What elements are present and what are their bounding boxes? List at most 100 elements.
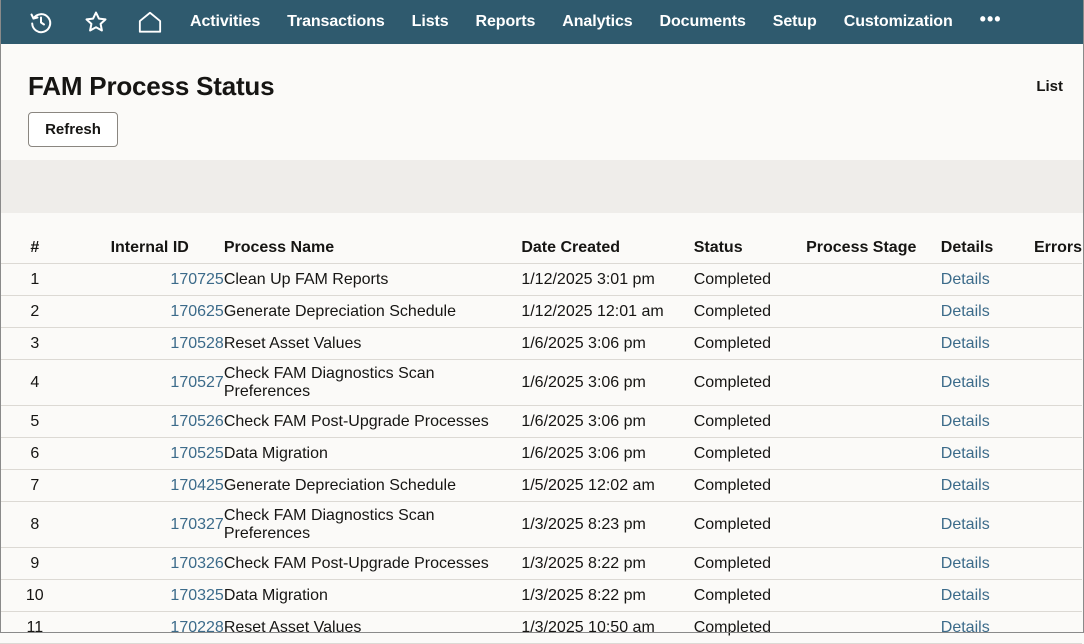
- table-row: 1 170725 Clean Up FAM Reports 1/12/2025 …: [0, 263, 1082, 296]
- process-stage: [806, 295, 941, 328]
- nav-activities[interactable]: Activities: [190, 13, 260, 31]
- header-internal-id[interactable]: Internal ID: [69, 232, 224, 264]
- header-number[interactable]: #: [0, 232, 70, 264]
- row-number: 10: [0, 579, 70, 612]
- date-created: 1/3/2025 10:50 am: [521, 611, 694, 644]
- details-link[interactable]: Details: [941, 555, 990, 572]
- list-link[interactable]: List: [1036, 78, 1063, 95]
- home-icon[interactable]: [137, 10, 163, 34]
- table-row: 10 170325 Data Migration 1/3/2025 8:22 p…: [0, 579, 1082, 612]
- errors-cell: [1033, 501, 1082, 548]
- internal-id-link[interactable]: 170326: [170, 555, 223, 572]
- details-link[interactable]: Details: [941, 413, 990, 430]
- errors-cell: [1033, 295, 1082, 328]
- process-stage: [806, 405, 941, 438]
- header-details[interactable]: Details: [940, 232, 1034, 264]
- internal-id-link[interactable]: 170425: [170, 477, 223, 494]
- internal-id-link[interactable]: 170528: [170, 335, 223, 352]
- status-text: Completed: [693, 437, 807, 470]
- process-name: Check FAM Diagnostics Scan Preferences: [223, 501, 522, 548]
- date-created: 1/6/2025 3:06 pm: [521, 437, 694, 470]
- process-name: Reset Asset Values: [223, 327, 522, 360]
- internal-id-link[interactable]: 170525: [170, 445, 223, 462]
- header-errors[interactable]: Errors: [1033, 232, 1082, 264]
- header-status[interactable]: Status: [693, 232, 807, 264]
- details-link[interactable]: Details: [941, 271, 990, 288]
- process-name: Clean Up FAM Reports: [223, 263, 522, 296]
- table-row: 5 170526 Check FAM Post-Upgrade Processe…: [0, 405, 1082, 438]
- internal-id-link[interactable]: 170725: [170, 271, 223, 288]
- status-text: Completed: [693, 295, 807, 328]
- nav-transactions[interactable]: Transactions: [287, 13, 385, 31]
- table-row: 8 170327 Check FAM Diagnostics Scan Pref…: [0, 501, 1082, 548]
- more-menu-icon[interactable]: •••: [980, 9, 1002, 30]
- table-row: 6 170525 Data Migration 1/6/2025 3:06 pm…: [0, 437, 1082, 470]
- table-row: 3 170528 Reset Asset Values 1/6/2025 3:0…: [0, 327, 1082, 360]
- row-number: 6: [0, 437, 70, 470]
- refresh-button[interactable]: Refresh: [28, 112, 118, 147]
- page-title: FAM Process Status: [28, 71, 275, 101]
- process-name: Generate Depreciation Schedule: [223, 469, 522, 502]
- row-number: 9: [0, 547, 70, 580]
- process-name: Check FAM Post-Upgrade Processes: [223, 547, 522, 580]
- errors-cell: [1033, 263, 1082, 296]
- process-stage: [806, 611, 941, 644]
- process-stage: [806, 437, 941, 470]
- process-name: Data Migration: [223, 437, 522, 470]
- status-text: Completed: [693, 501, 807, 548]
- row-number: 5: [0, 405, 70, 438]
- details-link[interactable]: Details: [941, 587, 990, 604]
- star-icon[interactable]: [84, 10, 108, 34]
- status-text: Completed: [693, 547, 807, 580]
- details-link[interactable]: Details: [941, 477, 990, 494]
- process-name: Reset Asset Values: [223, 611, 522, 644]
- errors-cell: [1033, 437, 1082, 470]
- table-row: 2 170625 Generate Depreciation Schedule …: [0, 295, 1082, 328]
- table-row: 11 170228 Reset Asset Values 1/3/2025 10…: [0, 611, 1082, 644]
- status-text: Completed: [693, 579, 807, 612]
- internal-id-link[interactable]: 170526: [170, 413, 223, 430]
- details-link[interactable]: Details: [941, 445, 990, 462]
- row-number: 1: [0, 263, 70, 296]
- internal-id-link[interactable]: 170325: [170, 587, 223, 604]
- internal-id-link[interactable]: 170327: [170, 516, 223, 533]
- history-icon[interactable]: [29, 10, 53, 34]
- errors-cell: [1033, 359, 1082, 406]
- date-created: 1/12/2025 12:01 am: [521, 295, 694, 328]
- top-navbar: Activities Transactions Lists Reports An…: [0, 0, 1084, 44]
- nav-reports[interactable]: Reports: [476, 13, 536, 31]
- details-link[interactable]: Details: [941, 335, 990, 352]
- internal-id-link[interactable]: 170625: [170, 303, 223, 320]
- process-stage: [806, 263, 941, 296]
- status-text: Completed: [693, 469, 807, 502]
- errors-cell: [1033, 579, 1082, 612]
- details-link[interactable]: Details: [941, 303, 990, 320]
- process-name: Check FAM Post-Upgrade Processes: [223, 405, 522, 438]
- process-stage: [806, 501, 941, 548]
- internal-id-link[interactable]: 170527: [170, 374, 223, 391]
- nav-setup[interactable]: Setup: [773, 13, 817, 31]
- process-stage: [806, 547, 941, 580]
- process-stage: [806, 327, 941, 360]
- status-text: Completed: [693, 405, 807, 438]
- header-date-created[interactable]: Date Created: [521, 232, 694, 264]
- errors-cell: [1033, 469, 1082, 502]
- details-link[interactable]: Details: [941, 619, 990, 636]
- status-text: Completed: [693, 359, 807, 406]
- main-menu: Activities Transactions Lists Reports An…: [190, 0, 1002, 44]
- internal-id-link[interactable]: 170228: [170, 619, 223, 636]
- nav-lists[interactable]: Lists: [412, 13, 449, 31]
- header-process-name[interactable]: Process Name: [223, 232, 522, 264]
- date-created: 1/6/2025 3:06 pm: [521, 405, 694, 438]
- row-number: 2: [0, 295, 70, 328]
- process-name: Generate Depreciation Schedule: [223, 295, 522, 328]
- nav-documents[interactable]: Documents: [660, 13, 746, 31]
- nav-customization[interactable]: Customization: [844, 13, 953, 31]
- details-link[interactable]: Details: [941, 374, 990, 391]
- table-header-row: # Internal ID Process Name Date Created …: [0, 232, 1082, 264]
- nav-analytics[interactable]: Analytics: [562, 13, 632, 31]
- header-process-stage[interactable]: Process Stage: [806, 232, 941, 264]
- row-number: 8: [0, 501, 70, 548]
- details-link[interactable]: Details: [941, 516, 990, 533]
- table-row: 7 170425 Generate Depreciation Schedule …: [0, 469, 1082, 502]
